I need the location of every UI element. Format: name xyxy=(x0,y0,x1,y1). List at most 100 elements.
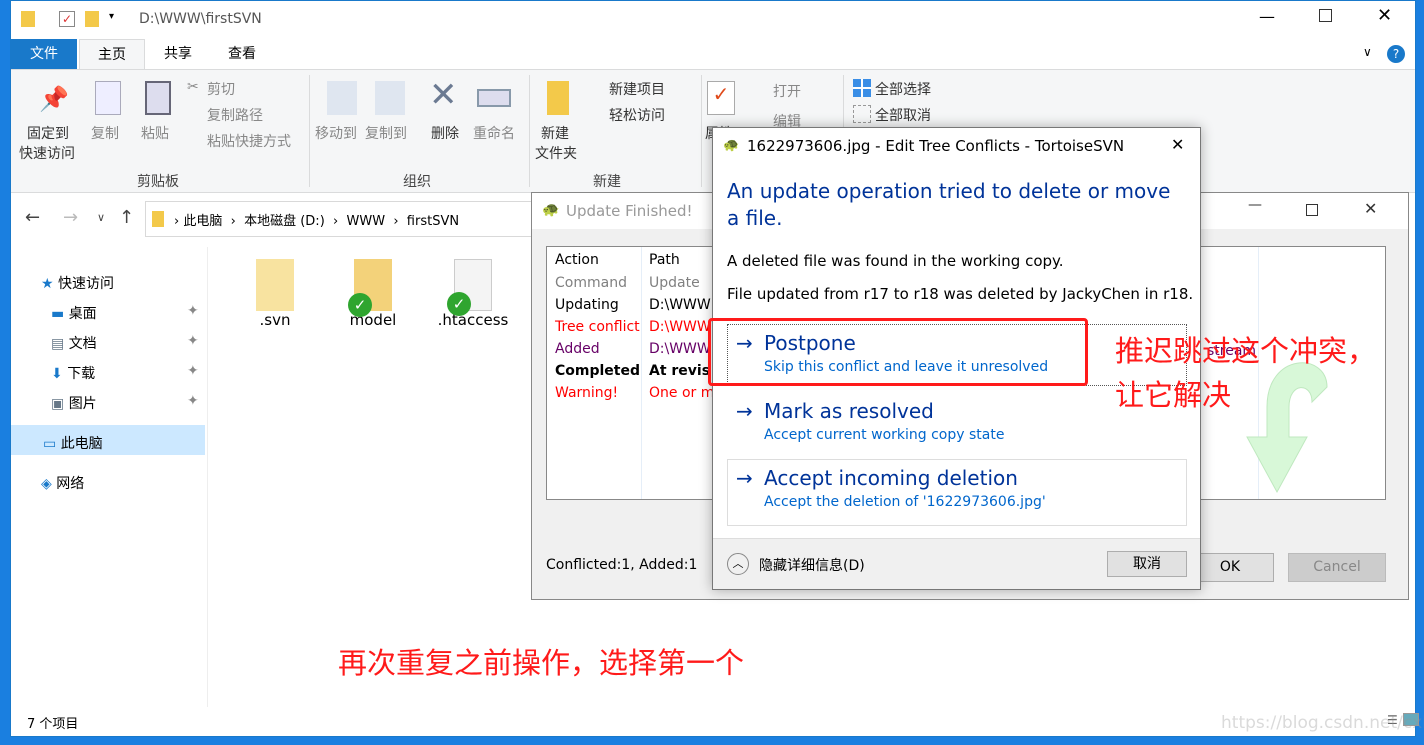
divider xyxy=(701,75,702,187)
sidebar: ★ 快速访问 ▬ 桌面 ✦ ▤ 文档 ✦ ⬇ 下载 ✦ ▣ 图片 ✦ ▭ 此电脑 ◈ 网… xyxy=(11,247,207,707)
folder-icon xyxy=(256,259,294,311)
new-folder-icon xyxy=(547,81,569,115)
sidebar-item-desktop[interactable]: ▬ 桌面 ✦ xyxy=(51,303,199,323)
new-folder-button[interactable]: 新建 xyxy=(541,123,569,143)
close-button[interactable]: ✕ xyxy=(1364,199,1377,218)
tab-share[interactable]: 共享 xyxy=(145,39,211,69)
back-button[interactable]: ← xyxy=(25,207,40,228)
select-all-icon xyxy=(853,79,871,97)
move-to-button[interactable]: 移动到 xyxy=(315,123,357,143)
new-folder-quick-icon[interactable] xyxy=(85,11,99,27)
scissors-icon: ✂ xyxy=(187,79,199,95)
row-action: Updating xyxy=(555,297,619,313)
breadcrumb: › 此电脑 › 本地磁盘 (D:) › WWW › firstSVN xyxy=(174,214,460,229)
easy-access-button[interactable]: 轻松访问 xyxy=(609,105,665,125)
sidebar-selected-bg xyxy=(11,425,205,455)
select-all-button[interactable]: 全部选择 xyxy=(875,79,931,99)
up-button[interactable]: ↑ xyxy=(119,207,134,228)
clipboard-group-label: 剪贴板 xyxy=(137,174,179,190)
status-item-count: 7 个项目 xyxy=(27,717,79,732)
tab-file[interactable]: 文件 xyxy=(11,39,77,69)
paste-shortcut-button[interactable]: 粘贴快捷方式 xyxy=(207,131,291,151)
row-action: Command xyxy=(555,275,627,291)
sidebar-item-downloads[interactable]: ⬇ 下载 ✦ xyxy=(51,363,199,383)
paste-icon xyxy=(145,81,171,115)
sidebar-item-documents[interactable]: ▤ 文档 ✦ xyxy=(51,333,199,353)
qat-dropdown-icon[interactable]: ▾ xyxy=(109,11,114,22)
arrow-right-icon: → xyxy=(736,466,753,490)
dialog-title: 1622973606.jpg - Edit Tree Conflicts - T… xyxy=(747,137,1125,155)
minimize-button[interactable]: — xyxy=(1248,197,1262,213)
svn-ok-overlay-icon: ✓ xyxy=(348,293,372,317)
tortoise-icon: 🐢 xyxy=(723,138,740,153)
rename-icon xyxy=(477,89,511,107)
row-path: D:\WWW xyxy=(649,341,711,357)
collapse-chevron-icon[interactable]: ︿ xyxy=(727,553,749,575)
maximize-button[interactable] xyxy=(1319,9,1332,22)
ribbon-collapse-icon[interactable]: ∨ xyxy=(1363,45,1372,59)
sidebar-item-quick-access[interactable]: ★ 快速访问 xyxy=(41,273,114,293)
close-button[interactable]: ✕ xyxy=(1377,5,1392,26)
forward-button[interactable]: → xyxy=(63,207,78,228)
tab-view[interactable]: 查看 xyxy=(209,39,275,69)
copy-button[interactable]: 复制 xyxy=(91,123,119,143)
summary-text: Conflicted:1, Added:1 xyxy=(546,557,698,573)
delete-button[interactable]: 删除 xyxy=(431,123,459,143)
column-header-action[interactable]: Action xyxy=(555,252,599,268)
dialog-footer: ︿ 隐藏详细信息(D) 取消 xyxy=(713,538,1200,589)
close-button[interactable]: ✕ xyxy=(1171,135,1184,154)
sidebar-item-this-pc[interactable]: ▭ 此电脑 xyxy=(43,433,103,453)
breadcrumb-item[interactable]: firstSVN xyxy=(407,214,459,229)
copy-path-button[interactable]: 复制路径 xyxy=(207,105,263,125)
breadcrumb-item[interactable]: WWW xyxy=(347,214,386,229)
paste-button[interactable]: 粘贴 xyxy=(141,123,169,143)
divider xyxy=(207,247,208,707)
copy-to-button[interactable]: 复制到 xyxy=(365,123,407,143)
properties-quick-icon[interactable]: ✓ xyxy=(59,11,75,27)
tab-home[interactable]: 主页 xyxy=(79,39,145,69)
copy-icon xyxy=(95,81,121,115)
pictures-icon: ▣ xyxy=(51,396,65,412)
cancel-button[interactable]: 取消 xyxy=(1107,551,1187,577)
column-header-path[interactable]: Path xyxy=(649,252,680,268)
file-item-svn[interactable]: .svn xyxy=(235,259,315,329)
hide-details-link[interactable]: 隐藏详细信息(D) xyxy=(759,555,865,575)
accept-incoming-deletion-option[interactable]: → Accept incoming deletion Accept the dele… xyxy=(727,459,1187,526)
column-divider xyxy=(641,247,642,499)
address-bar[interactable]: › 此电脑 › 本地磁盘 (D:) › WWW › firstSVN xyxy=(145,201,545,237)
new-item-button[interactable]: 新建项目 xyxy=(609,79,665,99)
delete-icon: ✕ xyxy=(429,75,458,115)
cancel-button[interactable]: Cancel xyxy=(1288,553,1386,582)
pin-icon: ✦ xyxy=(187,393,199,409)
pin-button-line2[interactable]: 快速访问 xyxy=(19,143,75,163)
row-path: D:\WWW xyxy=(649,319,711,335)
new-folder-button-line2: 文件夹 xyxy=(535,146,577,162)
select-none-icon xyxy=(853,105,871,123)
select-none-button[interactable]: 全部取消 xyxy=(875,105,931,125)
watermark: https://blog.csdn.net/cxhblog xyxy=(1221,713,1424,733)
organize-group-label: 组织 xyxy=(403,174,431,190)
recent-dropdown[interactable]: ∨ xyxy=(97,211,105,224)
sidebar-item-network[interactable]: ◈ 网络 xyxy=(41,473,84,493)
help-icon[interactable]: ? xyxy=(1387,45,1405,63)
conflict-heading: An update operation tried to delete or m… xyxy=(727,179,1171,230)
rename-button[interactable]: 重命名 xyxy=(473,123,515,143)
breadcrumb-item[interactable]: 此电脑 xyxy=(183,214,222,229)
open-button[interactable]: 打开 xyxy=(773,81,801,101)
minimize-button[interactable]: — xyxy=(1259,7,1275,26)
row-path: Update xyxy=(649,275,700,291)
pin-icon: 📌 xyxy=(39,85,69,113)
row-action: Completed xyxy=(555,363,641,379)
folder-icon: ✓ xyxy=(348,259,392,317)
file-item-htaccess[interactable]: ✓ .htaccess xyxy=(433,259,513,329)
file-item-model[interactable]: ✓ model xyxy=(333,259,413,329)
sidebar-item-pictures[interactable]: ▣ 图片 ✦ xyxy=(51,393,199,413)
maximize-button[interactable] xyxy=(1306,204,1318,216)
pin-button[interactable]: 固定到 xyxy=(27,123,69,143)
divider xyxy=(529,75,530,187)
folder-icon xyxy=(21,11,35,27)
row-path: At revis xyxy=(649,363,711,379)
cut-button[interactable]: 剪切 xyxy=(207,79,235,99)
breadcrumb-item[interactable]: 本地磁盘 (D:) xyxy=(244,214,325,229)
annotation-highlight-box xyxy=(708,318,1088,386)
